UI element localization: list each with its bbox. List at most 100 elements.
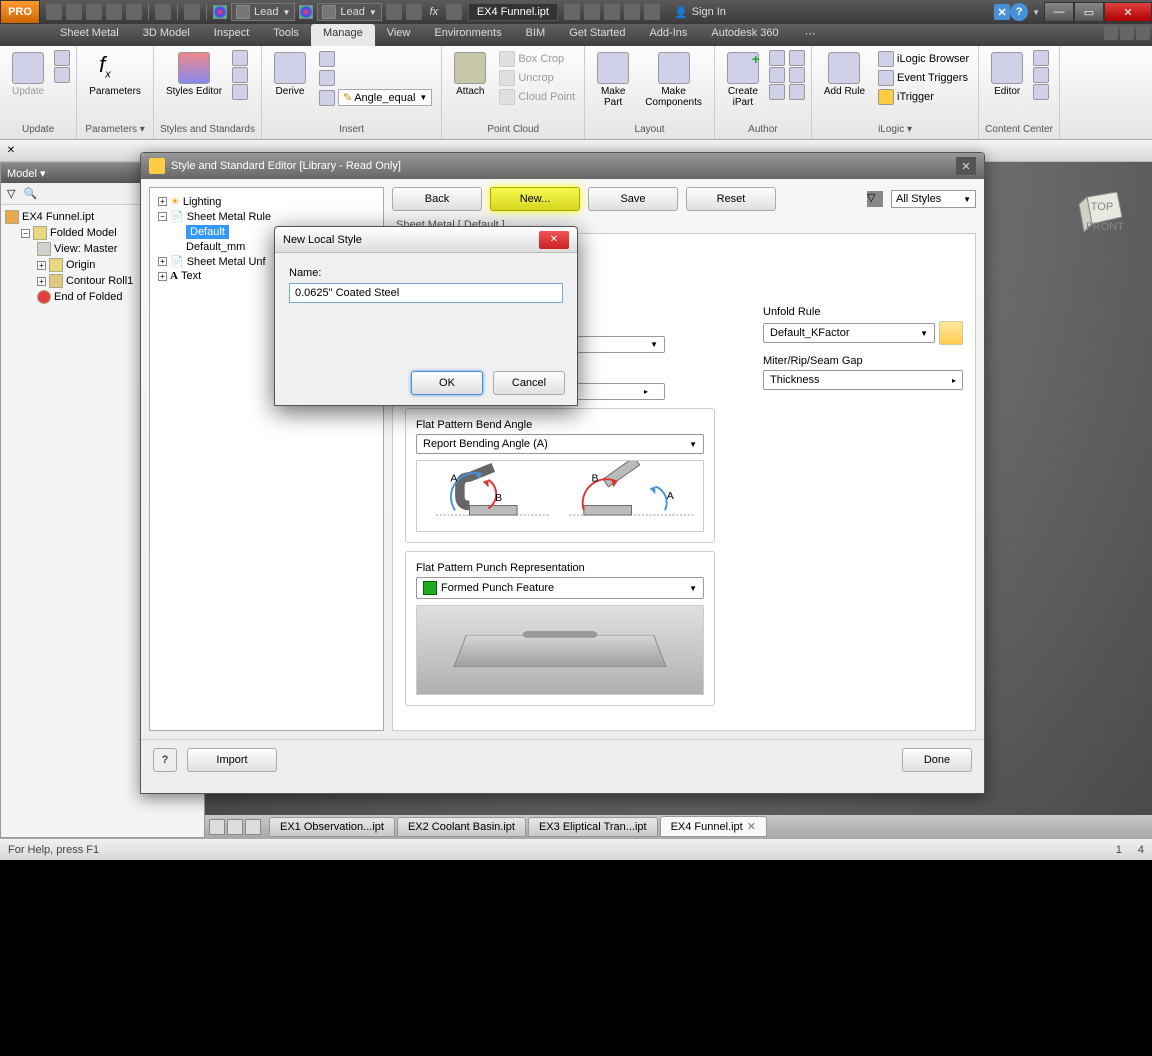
collapse-icon[interactable]: − <box>158 212 167 221</box>
insert-ifeature-button[interactable]: ✎Angle_equal▼ <box>316 88 435 107</box>
help-icon[interactable]: ? <box>1010 3 1028 21</box>
style-dialog-titlebar[interactable]: Style and Standard Editor [Library - Rea… <box>141 153 984 179</box>
qat-redo-icon[interactable] <box>126 4 142 20</box>
author-icon-6[interactable] <box>789 84 805 100</box>
content-icon-2[interactable] <box>1033 67 1049 83</box>
view-cube[interactable]: TOP FRONT <box>1072 182 1132 242</box>
box-crop-button[interactable]: Box Crop <box>496 50 578 68</box>
qat-star2-icon[interactable] <box>644 4 660 20</box>
content-icon-3[interactable] <box>1033 84 1049 100</box>
content-icon-1[interactable] <box>1033 50 1049 66</box>
purge-styles-icon[interactable] <box>232 84 248 100</box>
mdi-close-icon[interactable] <box>1136 26 1150 40</box>
close-tab-icon[interactable]: ✕ <box>747 821 756 833</box>
cancel-button[interactable]: Cancel <box>493 371 565 395</box>
author-icon-1[interactable] <box>769 50 785 66</box>
mdi-minimize-icon[interactable] <box>1104 26 1118 40</box>
appearance-swatch-icon[interactable] <box>213 5 227 19</box>
attach-button[interactable]: Attach <box>448 50 492 99</box>
expand-icon[interactable]: + <box>158 257 167 266</box>
event-triggers-button[interactable]: Event Triggers <box>875 69 972 87</box>
uncrop-button[interactable]: Uncrop <box>496 69 578 87</box>
qat-adjust-icon[interactable] <box>386 4 402 20</box>
filter-icon[interactable]: ▽ <box>867 191 883 207</box>
make-components-button[interactable]: Make Components <box>639 50 708 110</box>
tab-add-ins[interactable]: Add-Ins <box>637 24 699 46</box>
done-button[interactable]: Done <box>902 748 972 772</box>
close-panel-icon[interactable]: ✕ <box>4 144 18 158</box>
styles-editor-button[interactable]: Styles Editor <box>160 50 228 99</box>
add-rule-button[interactable]: Add Rule <box>818 50 871 99</box>
qat-select-icon[interactable] <box>184 4 200 20</box>
bend-angle-dropdown[interactable]: Report Bending Angle (A)▼ <box>416 434 704 454</box>
punch-dropdown[interactable]: Formed Punch Feature▼ <box>416 577 704 599</box>
style-tree-lighting[interactable]: +☀Lighting <box>156 194 377 209</box>
doc-tab-2[interactable]: EX3 Eliptical Tran...ipt <box>528 817 658 837</box>
doc-tab-1[interactable]: EX2 Coolant Basin.ipt <box>397 817 526 837</box>
qat-key2-icon[interactable] <box>604 4 620 20</box>
tab-inspect[interactable]: Inspect <box>202 24 261 46</box>
ilogic-browser-button[interactable]: iLogic Browser <box>875 50 972 68</box>
search-icon[interactable]: 🔍 <box>23 187 37 200</box>
unfold-rule-dropdown[interactable]: Default_KFactor▼ <box>763 323 935 343</box>
tab-3d-model[interactable]: 3D Model <box>131 24 202 46</box>
mdi-restore-icon[interactable] <box>1120 26 1134 40</box>
modal-close-button[interactable]: ✕ <box>539 231 569 249</box>
signin-button[interactable]: 👤 Sign In <box>666 6 734 19</box>
appearance-swatch-icon[interactable] <box>299 5 313 19</box>
author-icon-5[interactable] <box>789 67 805 83</box>
qat-key-icon[interactable] <box>584 4 600 20</box>
miter-dropdown[interactable]: Thickness▸ <box>763 370 963 390</box>
insert-object-button[interactable] <box>316 50 435 68</box>
back-button[interactable]: Back <box>392 187 482 211</box>
fx-icon[interactable]: fx <box>426 4 442 20</box>
derive-button[interactable]: Derive <box>268 50 312 99</box>
collapse-icon[interactable]: − <box>21 229 30 238</box>
app-logo[interactable]: PRO <box>0 0 40 24</box>
import-button[interactable]: Import <box>187 748 277 772</box>
angle-dropdown[interactable]: ✎Angle_equal▼ <box>338 89 432 106</box>
qat-undo-icon[interactable] <box>106 4 122 20</box>
qat-save-icon[interactable] <box>86 4 102 20</box>
ribbon-overflow-icon[interactable]: ⋯ <box>799 24 822 46</box>
tab-environments[interactable]: Environments <box>422 24 513 46</box>
style-filter-dropdown[interactable]: All Styles▼ <box>891 190 976 208</box>
import-button[interactable] <box>316 69 435 87</box>
update-mass-icon[interactable] <box>54 67 70 83</box>
close-button[interactable]: ✕ <box>1104 2 1152 22</box>
help-button[interactable]: ? <box>153 748 177 772</box>
update-button[interactable]: Update <box>6 50 50 99</box>
create-ipart-button[interactable]: + Create iPart <box>721 50 765 110</box>
tab-get-started[interactable]: Get Started <box>557 24 637 46</box>
rebuild-icon[interactable] <box>54 50 70 66</box>
reset-button[interactable]: Reset <box>686 187 776 211</box>
chevron-down-icon[interactable]: ▼ <box>1028 8 1044 17</box>
update-styles-icon[interactable] <box>232 67 248 83</box>
edit-unfold-button[interactable] <box>939 321 963 345</box>
parameters-button[interactable]: fx Parameters <box>83 50 147 99</box>
filter-icon[interactable]: ▽ <box>7 187 15 200</box>
material-dropdown-1[interactable]: Lead ▼ <box>231 3 295 21</box>
qat-search-icon[interactable] <box>564 4 580 20</box>
tab-view[interactable]: View <box>375 24 423 46</box>
qat-new-icon[interactable] <box>46 4 62 20</box>
qat-clear-icon[interactable] <box>406 4 422 20</box>
maximize-button[interactable]: ▭ <box>1074 2 1104 22</box>
material-dropdown-2[interactable]: Lead ▼ <box>317 3 381 21</box>
tab-autodesk-360[interactable]: Autodesk 360 <box>699 24 790 46</box>
content-editor-button[interactable]: Editor <box>985 50 1029 99</box>
style-dialog-close-button[interactable]: ✕ <box>956 157 976 175</box>
make-part-button[interactable]: Make Part <box>591 50 635 110</box>
style-tree-sheet-metal-rule[interactable]: −📄Sheet Metal Rule <box>156 209 377 224</box>
qat-home-icon[interactable] <box>155 4 171 20</box>
author-icon-2[interactable] <box>769 67 785 83</box>
title-doc-tab[interactable]: EX4 Funnel.ipt <box>468 3 558 21</box>
author-icon-3[interactable] <box>769 84 785 100</box>
x-icon[interactable]: ✕ <box>994 4 1010 20</box>
expand-icon[interactable]: + <box>158 197 167 206</box>
doc-tab-3[interactable]: EX4 Funnel.ipt✕ <box>660 816 767 837</box>
new-button[interactable]: New... <box>490 187 580 211</box>
itrigger-button[interactable]: iTrigger <box>875 88 972 106</box>
tab-bim[interactable]: BIM <box>514 24 558 46</box>
expand-icon[interactable]: + <box>37 261 46 270</box>
